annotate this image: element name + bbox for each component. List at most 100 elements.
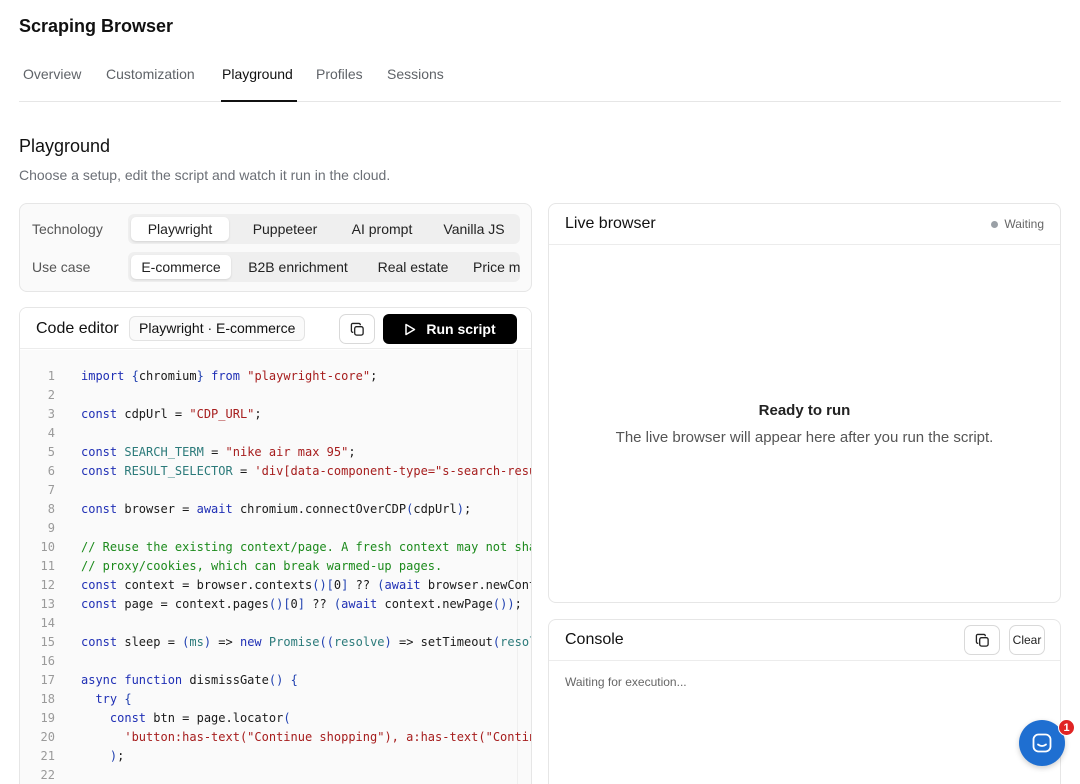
status-dot-icon — [991, 220, 999, 228]
line-number: 11 — [40, 559, 55, 573]
code-text: const sleep = (ms) => new Promise((resol… — [81, 635, 531, 649]
live-browser-title: Live browser — [565, 215, 656, 232]
use-case-label: Use case — [32, 259, 91, 275]
code-line: 3 const cdpUrl = "CDP_URL"; — [20, 405, 531, 424]
code-text: const SEARCH_TERM = "nike air max 95"; — [81, 445, 356, 459]
line-number: 20 — [40, 730, 55, 744]
line-number: 9 — [47, 521, 55, 535]
tab-overview[interactable]: Overview — [23, 66, 81, 82]
tab-sessions[interactable]: Sessions — [387, 66, 444, 82]
technology-option-playwright[interactable]: Playwright — [131, 217, 229, 241]
code-line: 17 async function dismissGate() { — [20, 671, 531, 690]
code-text: ); — [109, 749, 125, 763]
code-text: async function dismissGate() { — [81, 673, 298, 687]
code-line: 18 try { — [20, 690, 531, 709]
status-badge: Waiting — [991, 217, 1044, 231]
code-line: 11 // proxy/cookies, which can break warm… — [20, 557, 531, 576]
technology-option-ai-prompt[interactable]: AI prompt — [339, 217, 425, 241]
line-number: 7 — [47, 483, 55, 497]
line-number: 13 — [40, 597, 55, 611]
line-number: 6 — [47, 464, 55, 478]
run-script-label: Run script — [426, 321, 496, 337]
active-tab-indicator — [221, 100, 297, 102]
code-line: 7 — [20, 481, 531, 500]
line-number: 21 — [40, 749, 55, 763]
use-case-segmented-control: E-commerce B2B enrichment Real estate Pr… — [128, 252, 520, 282]
code-line: 22 — [20, 766, 531, 784]
play-icon — [405, 323, 416, 335]
notification-badge: 1 — [1058, 719, 1075, 736]
code-line: 21 ); — [20, 747, 531, 766]
clear-console-button[interactable]: Clear — [1009, 625, 1045, 655]
line-number: 22 — [40, 768, 55, 782]
run-script-button[interactable]: Run script — [383, 314, 517, 344]
code-line: 5 const SEARCH_TERM = "nike air max 95"; — [20, 443, 531, 462]
code-text: 'button:has-text("Continue shopping"), a… — [124, 730, 531, 744]
copy-code-button[interactable] — [339, 314, 375, 344]
line-number: 2 — [47, 388, 55, 402]
code-text: const context = browser.contexts()[0] ??… — [81, 578, 531, 592]
code-line: 1 import {chromium} from "playwright-core… — [20, 367, 531, 386]
ready-subtitle: The live browser will appear here after … — [615, 429, 994, 446]
chat-icon — [1032, 733, 1052, 753]
line-number: 8 — [47, 502, 55, 516]
code-line: 20 'button:has-text("Continue shopping")… — [20, 728, 531, 747]
status-text: Waiting — [1004, 217, 1044, 231]
code-line: 16 — [20, 652, 531, 671]
copy-icon — [975, 633, 989, 647]
code-line: 6 const RESULT_SELECTOR = 'div[data-compo… — [20, 462, 531, 481]
code-line: 19 const btn = page.locator( — [20, 709, 531, 728]
technology-label: Technology — [32, 221, 103, 237]
copy-console-button[interactable] — [964, 625, 1000, 655]
console-card: Console Clear Waiting for execution... — [548, 619, 1061, 784]
console-output: Waiting for execution... — [565, 675, 687, 689]
code-line: 4 — [20, 424, 531, 443]
technology-option-puppeteer[interactable]: Puppeteer — [237, 217, 333, 241]
technology-option-vanilla-js[interactable]: Vanilla JS — [432, 217, 516, 241]
console-header: Console Clear — [549, 620, 1060, 661]
line-number: 3 — [47, 407, 55, 421]
code-text: import {chromium} from "playwright-core"… — [81, 369, 378, 383]
live-browser-header: Live browser Waiting — [549, 204, 1060, 245]
line-number: 4 — [47, 426, 55, 440]
code-text: // proxy/cookies, which can break warmed… — [81, 559, 443, 573]
code-line: 8 const browser = await chromium.connectO… — [20, 500, 531, 519]
code-area[interactable]: 1 import {chromium} from "playwright-core… — [20, 350, 531, 784]
tab-customization[interactable]: Customization — [106, 66, 195, 82]
tab-profiles[interactable]: Profiles — [316, 66, 363, 82]
code-text: const cdpUrl = "CDP_URL"; — [81, 407, 262, 421]
use-case-option-real-estate[interactable]: Real estate — [364, 255, 462, 279]
line-number: 10 — [40, 540, 55, 554]
line-number: 17 — [40, 673, 55, 687]
page-title: Playground — [19, 136, 111, 156]
line-number: 19 — [40, 711, 55, 725]
tab-playground[interactable]: Playground — [222, 66, 293, 82]
line-number: 15 — [40, 635, 55, 649]
code-editor-title: Code editor — [36, 320, 119, 337]
technology-segmented-control: Playwright Puppeteer AI prompt Vanilla J… — [128, 214, 520, 244]
setup-badge: Playwright · E-commerce — [129, 316, 306, 341]
code-line: 12 const context = browser.contexts()[0] … — [20, 576, 531, 595]
code-text: try { — [95, 692, 132, 706]
code-text: // Reuse the existing context/page. A fr… — [81, 540, 531, 554]
code-editor-card: Code editor Playwright · E-commerce Run … — [19, 307, 532, 784]
code-text: const browser = await chromium.connectOv… — [81, 502, 472, 516]
line-number: 12 — [40, 578, 55, 592]
copy-icon — [350, 322, 364, 336]
tab-bar: Overview Customization Playground Profil… — [19, 56, 1061, 102]
code-line: 9 — [20, 519, 531, 538]
live-browser-card: Live browser Waiting Ready to run The li… — [548, 203, 1061, 603]
code-text: const btn = page.locator( — [109, 711, 291, 725]
code-line: 2 — [20, 386, 531, 405]
code-editor-header: Code editor Playwright · E-commerce Run … — [20, 308, 531, 349]
console-title: Console — [565, 631, 624, 648]
line-number: 18 — [40, 692, 55, 706]
line-number: 5 — [47, 445, 55, 459]
use-case-option-price-monitoring[interactable]: Price mo — [464, 255, 520, 279]
use-case-option-b2b-enrichment[interactable]: B2B enrichment — [236, 255, 360, 279]
code-line: 13 const page = context.pages()[0] ?? (aw… — [20, 595, 531, 614]
line-number: 16 — [40, 654, 55, 668]
ready-title: Ready to run — [758, 402, 851, 419]
setup-selector-card: Technology Playwright Puppeteer AI promp… — [19, 203, 532, 292]
use-case-option-ecommerce[interactable]: E-commerce — [131, 255, 231, 279]
